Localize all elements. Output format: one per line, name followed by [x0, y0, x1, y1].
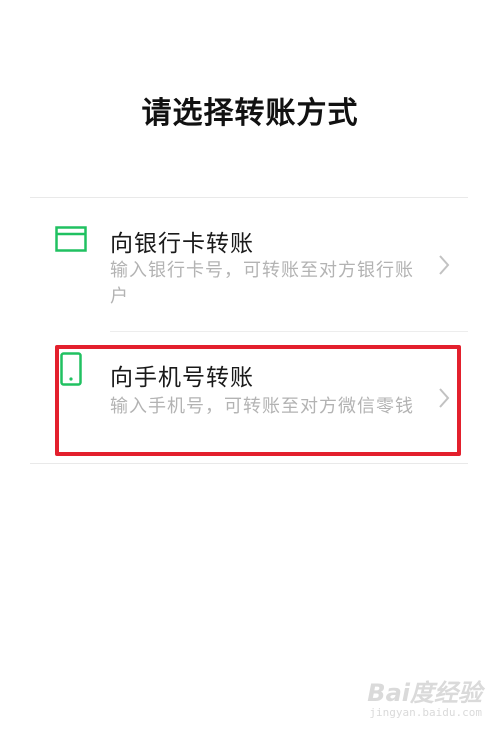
option-description: 输入银行卡号，可转账至对方银行账户: [110, 260, 414, 307]
watermark-url: jingyan.baidu.com: [369, 706, 482, 719]
option-bank-card-transfer[interactable]: 向银行卡转账 输入银行卡号，可转账至对方银行账户: [30, 198, 468, 332]
chevron-right-icon: [439, 255, 450, 275]
page-title: 请选择转账方式: [141, 96, 359, 131]
option-title: 向银行卡转账: [110, 231, 254, 257]
highlight-box: [55, 345, 461, 456]
divider: [30, 463, 468, 464]
bank-card-icon: [55, 226, 87, 252]
watermark-logo: Bai度经验: [367, 679, 482, 707]
divider: [110, 331, 468, 332]
watermark: Bai度经验 jingyan.baidu.com: [367, 673, 482, 719]
